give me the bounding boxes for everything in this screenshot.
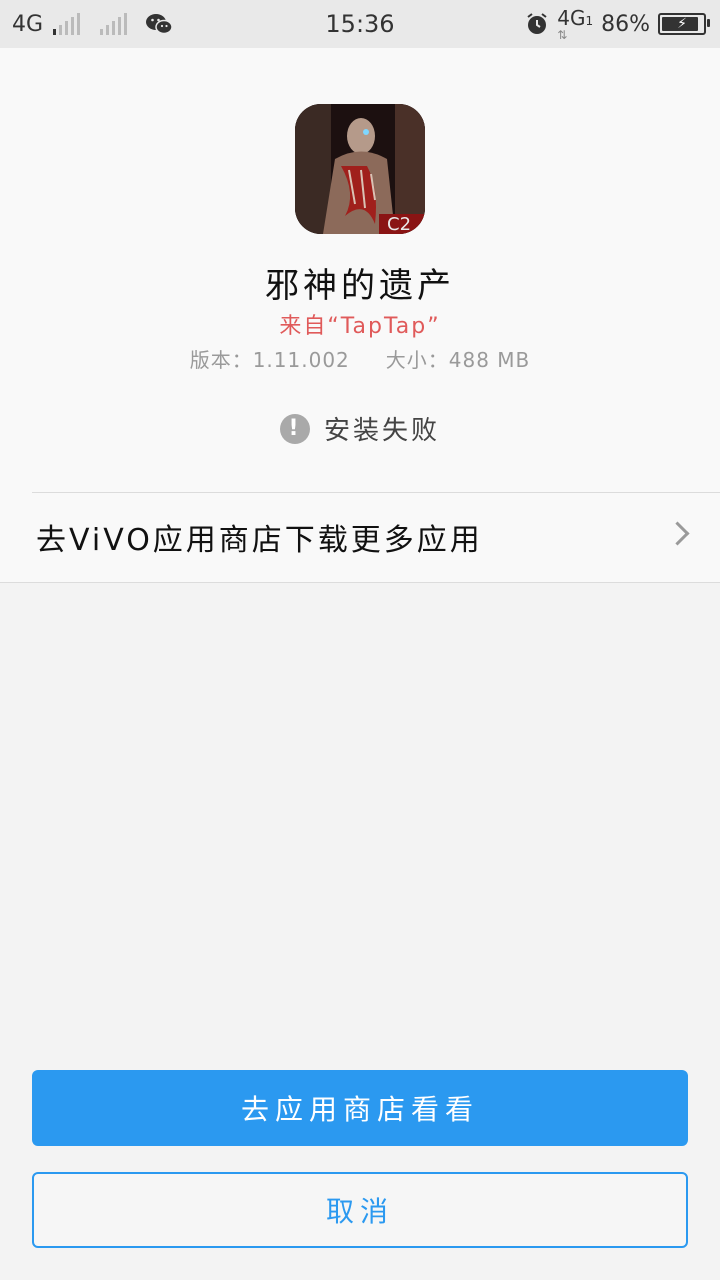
exclamation-icon: ! [279,413,310,444]
alarm-icon [527,13,547,34]
status-bar: 4G 15:36 4G1 ⇅ 86% ⚡ [0,0,720,48]
battery-percent: 86% [601,11,650,37]
vivo-store-link[interactable]: 去ViVO应用商店下载更多应用 [0,493,720,581]
app-version: 版本：1.11.002 [189,348,350,372]
battery-icon: ⚡ [658,13,710,35]
install-status-text: 安装失败 [323,416,440,446]
status-bar-right: 4G1 ⇅ 86% ⚡ [525,0,710,48]
status-bar-left: 4G [12,0,173,48]
network-type-right: 4G1 ⇅ [557,5,594,42]
open-app-store-button[interactable]: 去应用商店看看 [32,1070,688,1146]
chevron-right-icon [665,521,690,546]
app-size: 大小：488 MB [385,348,531,372]
wechat-icon [146,14,173,35]
app-icon: C2 [295,104,425,234]
install-status: ! 安装失败 [0,410,720,447]
app-source: 来自“TapTap” [279,314,441,339]
app-meta: 版本：1.11.002 大小：488 MB [0,344,720,373]
cancel-button[interactable]: 取消 [32,1172,688,1248]
svg-text:C2: C2 [387,214,411,234]
vivo-store-link-label: 去ViVO应用商店下载更多应用 [36,523,483,558]
signal-icon [53,13,81,35]
zombie-artwork-icon: C2 [295,104,425,234]
app-name: 邪神的遗产 [265,266,455,306]
network-type-left: 4G [12,11,44,37]
signal-icon-secondary [100,13,128,35]
install-result-card: C2 邪神的遗产 来自“TapTap” 版本：1.11.002 大小：488 MB… [0,48,720,583]
